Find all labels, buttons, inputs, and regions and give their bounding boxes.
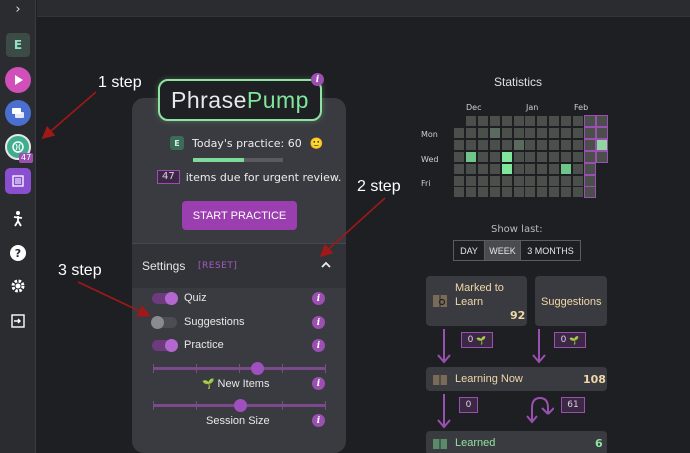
annotation-step3: 3 step xyxy=(58,262,102,279)
annotation-arrow-step2 xyxy=(319,197,386,258)
annotation-arrows xyxy=(41,91,386,317)
annotation-step2: 2 step xyxy=(357,178,401,195)
annotation-step1: 1 step xyxy=(98,74,142,91)
annotation-arrow-step1 xyxy=(41,91,97,140)
annotation-arrow-step3 xyxy=(77,281,151,317)
